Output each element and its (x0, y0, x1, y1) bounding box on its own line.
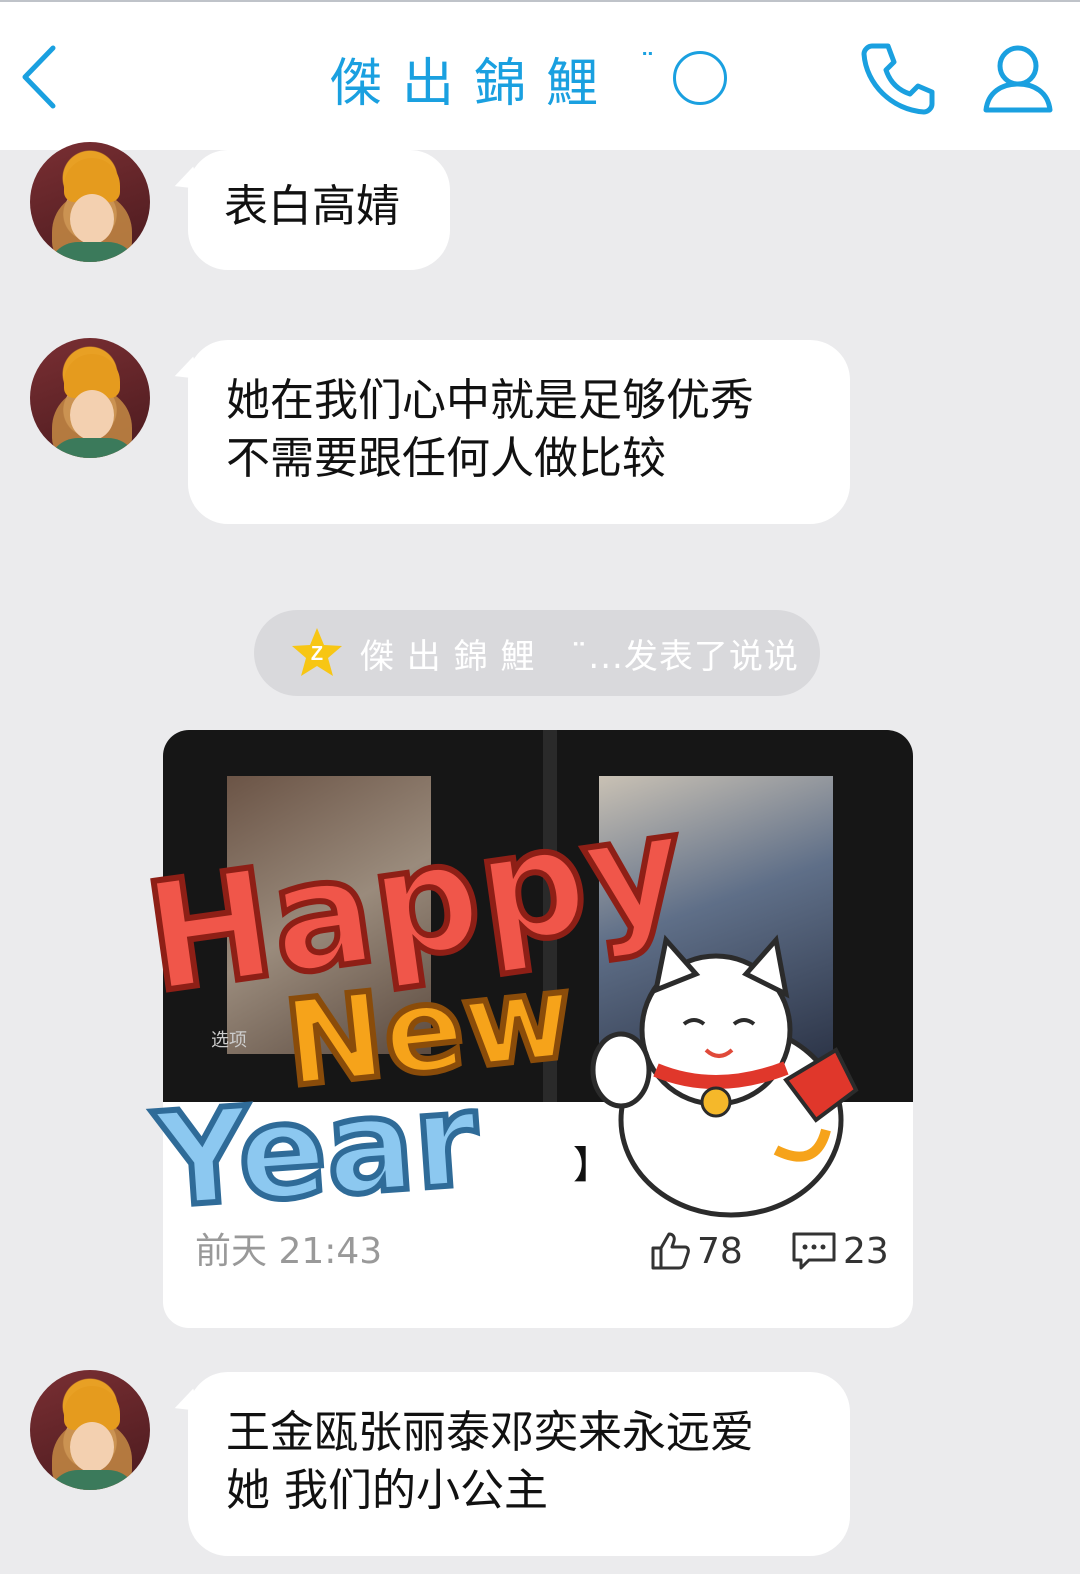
message-line: 王金瓯张丽泰邓奕来永远爱 (226, 1407, 754, 1458)
message-line: 她 我们的小公主 (226, 1465, 548, 1516)
message-bubble[interactable]: 她在我们心中就是足够优秀 不需要跟任何人做比较 (188, 340, 850, 524)
like-stat[interactable]: 78 (649, 1230, 743, 1272)
svg-text:Z: Z (311, 643, 323, 665)
comment-count: 23 (843, 1230, 889, 1272)
avatar-face (70, 390, 114, 440)
avatar-face (70, 1422, 114, 1472)
like-count: 78 (697, 1230, 743, 1272)
person-icon (983, 45, 1053, 113)
avatar[interactable] (30, 142, 150, 262)
avatar-face (70, 194, 114, 244)
chat-header: 傑出錦鯉 ¨ (0, 0, 1080, 150)
message-bubble[interactable]: 王金瓯张丽泰邓奕来永远爱 她 我们的小公主 (188, 1372, 850, 1556)
feed-card[interactable]: 选项 】 前天 21:43 78 23 (163, 730, 913, 1328)
title-decoration: ¨ (640, 47, 656, 83)
message-line: 她在我们心中就是足够优秀 (226, 375, 754, 426)
phone-icon (861, 43, 935, 115)
message-line: 不需要跟任何人做比较 (226, 433, 666, 484)
call-button[interactable] (858, 38, 938, 118)
circle-icon (673, 51, 728, 105)
photo-tag: 选项 (211, 1030, 247, 1051)
chevron-left-icon (22, 45, 56, 109)
card-title: 】 (573, 1143, 612, 1187)
thumbs-up-icon (651, 1232, 690, 1270)
profile-button[interactable] (978, 38, 1058, 118)
message-text: 表白高婧 (224, 181, 400, 232)
photo-right (599, 776, 833, 1066)
comment-icon (792, 1232, 836, 1270)
chat-title-group[interactable]: 傑出錦鯉 ¨ (330, 40, 728, 116)
card-photo[interactable]: 选项 (163, 730, 913, 1102)
photo-left (227, 776, 431, 1054)
notice-text: 傑 出 錦 鯉 ¨...发表了说说 (360, 636, 799, 677)
card-time: 前天 21:43 (195, 1231, 383, 1272)
photo-divider (543, 730, 557, 1102)
avatar[interactable] (30, 1370, 150, 1490)
message-bubble[interactable]: 表白高婧 (188, 150, 450, 270)
qzone-notice[interactable]: Z 傑 出 錦 鯉 ¨...发表了说说 (254, 610, 820, 696)
qzone-star-icon: Z (292, 628, 342, 676)
comment-stat[interactable]: 23 (791, 1230, 889, 1272)
avatar[interactable] (30, 338, 150, 458)
back-button[interactable] (14, 42, 64, 112)
chat-title: 傑出錦鯉 (330, 53, 619, 114)
